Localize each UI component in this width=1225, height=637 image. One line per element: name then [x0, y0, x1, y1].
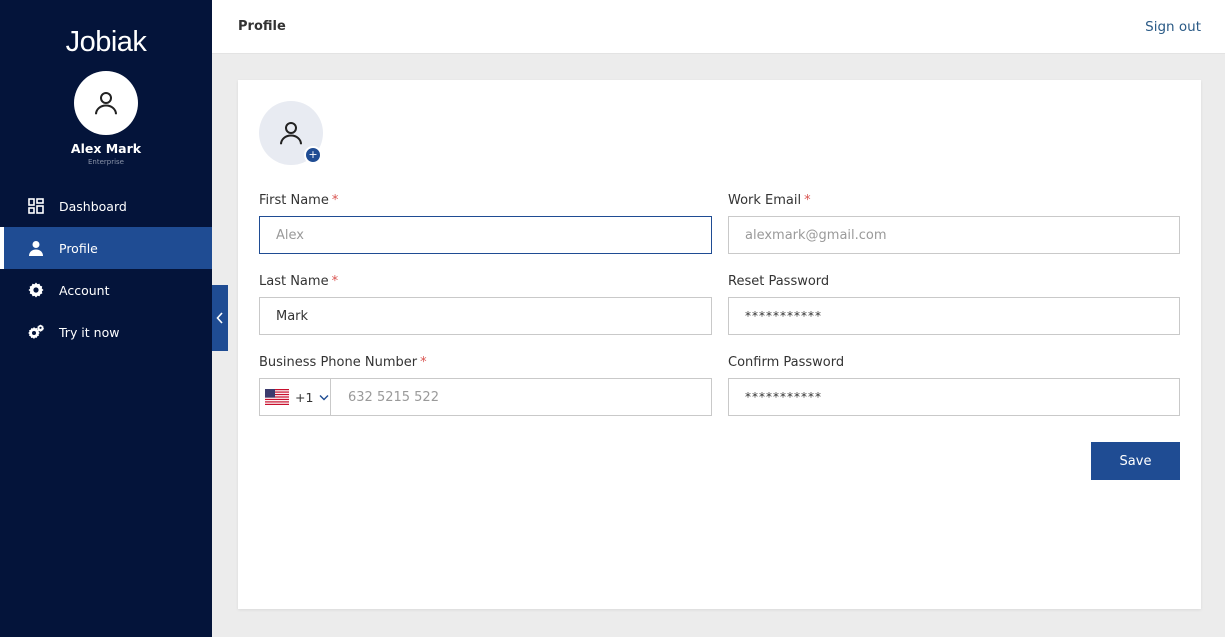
person-icon [27, 239, 45, 257]
user-icon [95, 92, 117, 115]
country-code: +1 [295, 389, 314, 405]
user-role: Enterprise [87, 158, 124, 166]
gear-icon [27, 281, 45, 299]
chevron-left-icon [216, 312, 223, 324]
last-name-label: Last Name * [259, 274, 338, 289]
sidebar-item-label: Profile [59, 240, 98, 256]
work-email-input[interactable] [745, 227, 1179, 243]
add-photo-icon[interactable]: + [304, 146, 322, 164]
first-name-label: First Name * [259, 193, 338, 208]
user-avatar[interactable] [74, 71, 138, 135]
work-email-field[interactable] [728, 216, 1180, 254]
page-title: Profile [238, 19, 286, 34]
save-button[interactable]: Save [1091, 442, 1180, 480]
reset-password-field[interactable]: *********** [728, 297, 1180, 335]
country-code-select[interactable]: +1 [260, 379, 331, 415]
phone-label: Business Phone Number * [259, 355, 427, 370]
confirm-password-label: Confirm Password [728, 355, 845, 370]
chevron-down-icon [319, 394, 329, 400]
sidebar-item-profile[interactable]: Profile [0, 227, 212, 269]
work-email-label: Work Email * [728, 193, 811, 208]
required-marker: * [331, 193, 339, 208]
confirm-password-value[interactable]: *********** [745, 390, 822, 404]
phone-input[interactable]: 632 5215 522 [331, 379, 711, 415]
gears-icon [27, 323, 45, 341]
first-name-input[interactable] [276, 227, 711, 243]
last-name-field[interactable]: Mark [259, 297, 712, 335]
sign-out-link[interactable]: Sign out [1145, 19, 1201, 35]
sidebar-item-label: Try it now [59, 324, 120, 340]
sidebar-item-dashboard[interactable]: Dashboard [0, 185, 212, 227]
us-flag-icon [265, 389, 289, 405]
user-name: Alex Mark [70, 141, 142, 156]
sidebar: Jobiak Alex Mark Enterprise Dashboard Pr… [0, 0, 212, 637]
profile-card: + First Name* Work Email* Last Name* Mar… [238, 80, 1201, 609]
sidebar-item-try-it-now[interactable]: Try it now [0, 311, 212, 353]
required-marker: * [804, 193, 811, 208]
top-header: Profile Sign out [212, 0, 1225, 54]
user-icon [280, 122, 302, 145]
work-email-label-text: Work Email [728, 193, 802, 208]
required-marker: * [420, 355, 427, 370]
sidebar-nav: Dashboard Profile Account Try it now [0, 185, 212, 353]
reset-password-value[interactable]: *********** [745, 309, 822, 323]
last-name-value[interactable]: Mark [276, 309, 308, 324]
required-marker: * [331, 274, 339, 289]
sidebar-item-label: Dashboard [59, 198, 127, 214]
last-name-label-text: Last Name [259, 274, 329, 289]
reset-password-label: Reset Password [728, 274, 830, 289]
dashboard-icon [27, 197, 45, 215]
first-name-label-text: First Name [259, 193, 329, 208]
app-logo[interactable]: Jobiak [0, 26, 212, 59]
sidebar-item-account[interactable]: Account [0, 269, 212, 311]
confirm-password-field[interactable]: *********** [728, 378, 1180, 416]
first-name-field[interactable] [259, 216, 712, 254]
sidebar-collapse-button[interactable] [212, 285, 228, 351]
phone-field: +1 632 5215 522 [259, 378, 712, 416]
sidebar-item-label: Account [59, 282, 110, 298]
phone-label-text: Business Phone Number [259, 355, 418, 370]
